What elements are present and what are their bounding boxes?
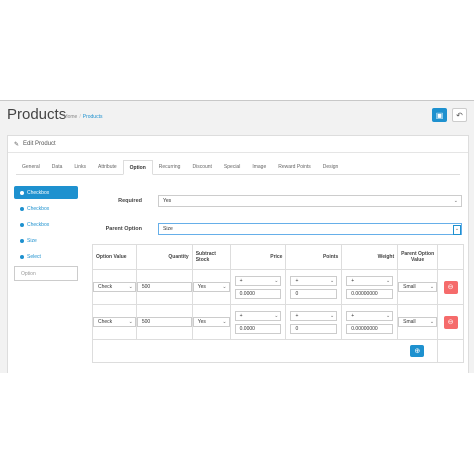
minus-circle-icon[interactable] <box>20 222 24 227</box>
tab-attribute[interactable]: Attribute <box>92 160 123 174</box>
required-select[interactable]: Yes ⌄ <box>158 195 462 207</box>
tab-links[interactable]: Links <box>68 160 92 174</box>
chevron-down-icon: ⌄ <box>274 312 279 319</box>
chevron-down-icon: ⌄ <box>429 319 435 325</box>
parent-option-label: Parent Option <box>105 226 142 232</box>
chevron-down-icon: ⌄ <box>453 225 461 235</box>
tab-bar: General Data Links Attribute Option Recu… <box>16 160 460 175</box>
remove-row-button[interactable]: ⊖ <box>443 315 458 329</box>
subtract-select[interactable]: Yes ⌄ <box>192 282 230 292</box>
reply-icon: ↶ <box>456 110 463 120</box>
breadcrumb-home[interactable]: Home <box>64 114 77 120</box>
pencil-icon: ✎ <box>14 141 20 148</box>
sidebar-item-checkbox-2[interactable]: Checkbox <box>14 202 78 215</box>
plus-circle-icon: ⊕ <box>414 348 421 355</box>
breadcrumb: Home / Products <box>64 114 103 120</box>
tab-option[interactable]: Option <box>122 160 153 175</box>
tab-design[interactable]: Design <box>317 160 345 174</box>
chevron-down-icon: ⌄ <box>330 277 335 284</box>
table-row: Check ⌄ 500 Yes ⌄ + ⌄ 0.0000 + ⌄ 0 + ⌄ 0.0000… <box>92 269 464 305</box>
back-button[interactable]: ↶ <box>452 108 467 122</box>
remove-row-button[interactable]: ⊖ <box>443 280 458 294</box>
minus-circle-icon[interactable] <box>20 238 24 243</box>
parent-value-select[interactable]: Small ⌄ <box>398 282 438 292</box>
weight-prefix-select[interactable]: + ⌄ <box>346 275 394 286</box>
price-prefix-select[interactable]: + ⌄ <box>234 310 282 321</box>
price-input[interactable]: 0.0000 <box>234 288 282 299</box>
col-option-value: Option Value <box>92 244 137 270</box>
points-input[interactable]: 0 <box>290 288 338 299</box>
weight-input[interactable]: 0.00000000 <box>346 323 394 334</box>
sidebar-item-size[interactable]: Size <box>14 234 78 247</box>
chevron-down-icon: ⌄ <box>429 284 435 290</box>
panel-title: Edit Product <box>23 141 56 147</box>
quantity-input[interactable]: 500 <box>136 317 192 327</box>
col-price: Price <box>229 244 287 270</box>
tab-discount[interactable]: Discount <box>186 160 217 174</box>
option-value-select[interactable]: Check ⌄ <box>93 282 136 292</box>
table-row: Check ⌄ 500 Yes ⌄ + ⌄ 0.0000 + ⌄ 0 + ⌄ 0.0000… <box>92 304 464 340</box>
points-prefix-select[interactable]: + ⌄ <box>290 275 338 286</box>
chevron-down-icon: ⌄ <box>453 198 458 204</box>
chevron-down-icon: ⌄ <box>385 312 391 319</box>
col-quantity: Quantity <box>135 244 193 270</box>
points-input[interactable]: 0 <box>290 323 338 334</box>
parent-option-select[interactable]: Size ⌄ <box>158 223 462 235</box>
option-value-select[interactable]: Check ⌄ <box>93 317 136 327</box>
tab-image[interactable]: Image <box>246 160 272 174</box>
weight-prefix-select[interactable]: + ⌄ <box>346 310 394 321</box>
panel-heading: ✎ Edit Product <box>8 136 468 153</box>
minus-circle-icon: ⊖ <box>447 319 454 326</box>
chevron-down-icon: ⌄ <box>385 277 391 284</box>
chevron-down-icon: ⌄ <box>222 284 227 290</box>
required-label: Required <box>118 198 142 204</box>
tab-general[interactable]: General <box>16 160 46 174</box>
col-subtract: Subtract Stock <box>191 244 231 270</box>
price-prefix-select[interactable]: + ⌄ <box>234 275 282 286</box>
option-sidebar: Checkbox Checkbox Checkbox Size Select O… <box>14 186 78 281</box>
sidebar-item-select[interactable]: Select <box>14 250 78 263</box>
chevron-down-icon: ⌄ <box>222 319 227 325</box>
page-title: Products <box>7 106 67 123</box>
col-parent-value: Parent Option Value <box>397 244 439 270</box>
chevron-down-icon: ⌄ <box>274 277 279 284</box>
table-header-row: Option Value Quantity Subtract Stock Pri… <box>92 244 464 270</box>
tab-data[interactable]: Data <box>46 160 69 174</box>
sidebar-item-checkbox-1[interactable]: Checkbox <box>14 186 78 199</box>
save-icon: ▣ <box>435 110 444 120</box>
col-points: Points <box>285 244 343 270</box>
minus-circle-icon[interactable] <box>20 190 24 195</box>
parent-value-select[interactable]: Small ⌄ <box>398 317 438 327</box>
quantity-input[interactable]: 500 <box>136 282 192 292</box>
edit-panel: ✎ Edit Product General Data Links Attrib… <box>7 135 469 373</box>
sidebar-item-checkbox-3[interactable]: Checkbox <box>14 218 78 231</box>
chevron-down-icon: ⌄ <box>128 284 133 290</box>
points-prefix-select[interactable]: + ⌄ <box>290 310 338 321</box>
minus-circle-icon[interactable] <box>20 206 24 211</box>
save-button[interactable]: ▣ <box>432 108 447 122</box>
weight-input[interactable]: 0.00000000 <box>346 288 394 299</box>
add-option-value-button[interactable]: ⊕ <box>410 345 425 357</box>
option-value-table: Option Value Quantity Subtract Stock Pri… <box>91 244 464 363</box>
option-autocomplete-input[interactable]: Option <box>14 266 78 281</box>
subtract-select[interactable]: Yes ⌄ <box>192 317 230 327</box>
chevron-down-icon: ⌄ <box>330 312 335 319</box>
chevron-down-icon: ⌄ <box>128 319 133 325</box>
tab-recurring[interactable]: Recurring <box>153 160 187 174</box>
breadcrumb-products[interactable]: Products <box>83 114 103 120</box>
table-footer-row: ⊕ <box>91 339 464 363</box>
app-frame: Products Home / Products ▣ ↶ ✎ Edit Produc… <box>0 100 474 373</box>
tab-reward-points[interactable]: Reward Points <box>272 160 317 174</box>
price-input[interactable]: 0.0000 <box>234 323 282 334</box>
tab-special[interactable]: Special <box>218 160 246 174</box>
col-action <box>437 244 464 270</box>
col-weight: Weight <box>341 244 399 270</box>
minus-circle-icon[interactable] <box>20 254 24 259</box>
minus-circle-icon: ⊖ <box>447 284 454 291</box>
